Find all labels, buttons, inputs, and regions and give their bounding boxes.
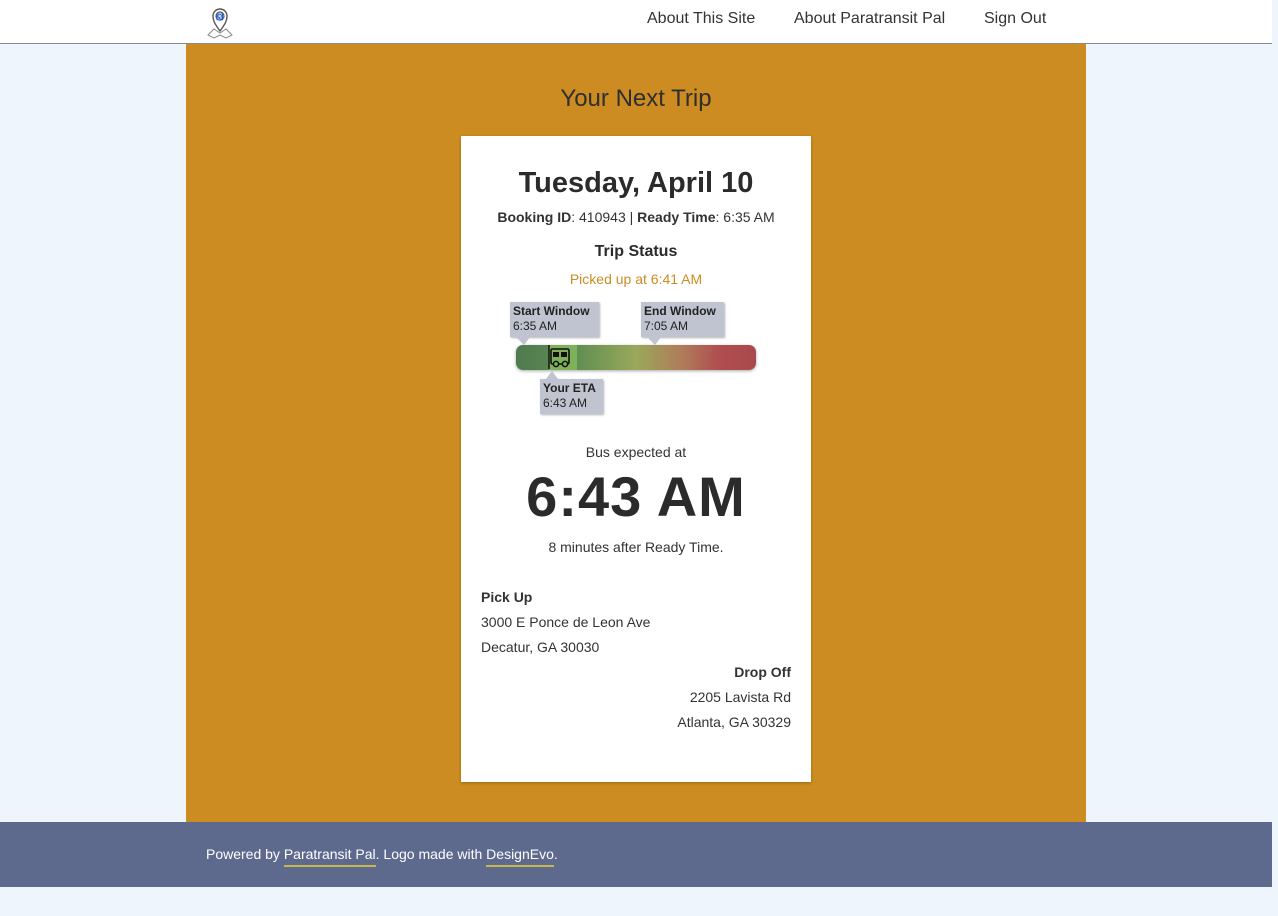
your-eta-label: Your ETA bbox=[543, 381, 596, 395]
nav-sign-out-link[interactable]: Sign Out bbox=[984, 10, 1046, 28]
start-window-tooltip: Start Window 6:35 AM bbox=[510, 302, 599, 345]
ready-time-label: Ready Time bbox=[637, 209, 716, 225]
start-window-label: Start Window bbox=[513, 304, 590, 318]
start-window-time: 6:35 AM bbox=[513, 319, 558, 333]
trip-status-title: Trip Status bbox=[594, 243, 678, 260]
main-section: Your Next Trip Tuesday, April 10 Booking… bbox=[186, 44, 1086, 822]
pickup-address: Pick Up 3000 E Ponce de Leon Ave Decatur… bbox=[481, 585, 650, 660]
eta-note: 8 minutes after Ready Time. bbox=[548, 539, 724, 555]
top-navbar: ♿ About This Site About Paratransit Pal … bbox=[0, 0, 1272, 44]
trip-date: Tuesday, April 10 bbox=[518, 167, 754, 199]
end-window-label: End Window bbox=[644, 304, 716, 318]
end-window-time: 7:05 AM bbox=[644, 319, 689, 333]
pickup-title: Pick Up bbox=[481, 589, 533, 605]
ready-time-value: 6:35 AM bbox=[723, 209, 775, 225]
dropoff-line1: 2205 Lavista Rd bbox=[689, 689, 791, 705]
footer-text: Powered by Paratransit Pal. Logo made wi… bbox=[206, 846, 558, 867]
footer-designevo-link[interactable]: DesignEvo bbox=[486, 846, 554, 867]
booking-separator: | bbox=[629, 209, 634, 225]
nav-about-paratransit-pal-link[interactable]: About Paratransit Pal bbox=[794, 10, 945, 28]
footer-middle: . Logo made with bbox=[375, 846, 483, 862]
your-eta-time: 6:43 AM bbox=[543, 396, 588, 410]
booking-id-label: Booking ID bbox=[497, 209, 572, 225]
booking-id-value: 410943 bbox=[579, 209, 626, 225]
nav-about-site-link[interactable]: About This Site bbox=[647, 10, 755, 28]
footer-paratransit-pal-link[interactable]: Paratransit Pal bbox=[283, 846, 376, 867]
bus-icon bbox=[548, 345, 570, 369]
booking-info: Booking ID: 410943 | Ready Time: 6:35 AM bbox=[497, 209, 775, 225]
bus-expected-label: Bus expected at bbox=[585, 444, 687, 460]
footer: Powered by Paratransit Pal. Logo made wi… bbox=[0, 822, 1272, 887]
dropoff-address: Drop Off 2205 Lavista Rd Atlanta, GA 303… bbox=[677, 660, 791, 735]
page-heading: Your Next Trip bbox=[560, 85, 712, 112]
eta-time-large: 6:43 AM bbox=[526, 465, 746, 528]
dropoff-title: Drop Off bbox=[734, 664, 791, 680]
pickup-line2: Decatur, GA 30030 bbox=[481, 639, 600, 655]
your-eta-tooltip: Your ETA 6:43 AM bbox=[540, 371, 603, 414]
trip-card: Tuesday, April 10 Booking ID: 410943 | R… bbox=[461, 136, 811, 782]
footer-prefix: Powered by bbox=[206, 846, 280, 862]
dropoff-line2: Atlanta, GA 30329 bbox=[677, 714, 791, 730]
nav-links: About This Site About Paratransit Pal Si… bbox=[0, 10, 1272, 32]
footer-suffix: . bbox=[553, 846, 558, 862]
end-window-tooltip: End Window 7:05 AM bbox=[641, 302, 724, 345]
trip-status-text: Picked up at 6:41 AM bbox=[569, 271, 703, 287]
pickup-line1: 3000 E Ponce de Leon Ave bbox=[481, 614, 651, 630]
